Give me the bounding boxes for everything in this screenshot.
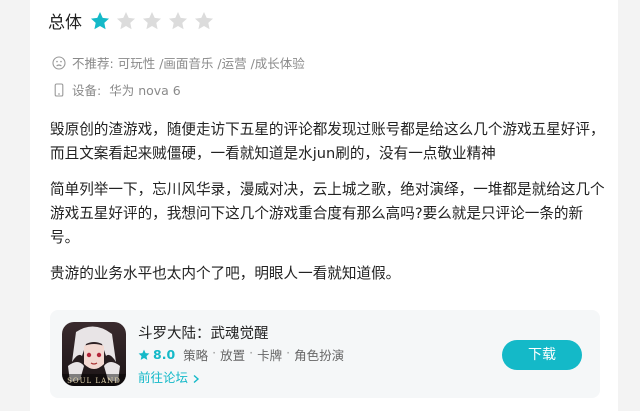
download-button[interactable]: 下载 [502, 340, 582, 370]
score-star-icon [138, 349, 150, 361]
review-paragraph: 贵游的业务水平也太内个了吧，明眼人一看就知道假。 [50, 265, 401, 282]
overall-rating: 总体 [48, 8, 220, 33]
tag-separator: · [212, 345, 217, 360]
device-label: 设备: [72, 83, 102, 98]
recommendation-tag: /运营 [213, 56, 247, 71]
recommendation-tag: 可玩性 [117, 56, 156, 71]
star-empty-icon [194, 11, 214, 31]
game-meta: 8.0 策略 · 放置 · 卡牌 · 角色扮演 [138, 345, 348, 364]
review-paragraph: 简单列举一下，忘川风华录，漫威对决，云上城之歌，绝对演绎，一堆都是就给这几个游戏… [50, 181, 605, 246]
forum-link-label: 前往论坛 [138, 370, 189, 385]
device-row: 设备: 华为 nova 6 [52, 80, 181, 99]
game-title[interactable]: 斗罗大陆：武魂觉醒 [138, 322, 269, 343]
recommendation-prefix: 不推荐: [72, 56, 114, 71]
game-tag: 卡牌 [257, 348, 283, 363]
game-tag: 角色扮演 [294, 348, 345, 363]
rating-label: 总体 [48, 13, 82, 33]
game-score: 8.0 [153, 347, 176, 362]
star-empty-icon [116, 11, 136, 31]
forum-link[interactable]: 前往论坛 [138, 367, 201, 386]
recommendation-tag: /成长体验 [246, 56, 305, 71]
star-filled-icon [90, 11, 110, 31]
review-body: 毁原创的渣游戏，随便走访下五星的评论都发现过账号都是给这么几个游戏五星好评，而且… [50, 118, 610, 298]
game-icon[interactable]: SOUL LAND [62, 322, 126, 386]
game-tag: 放置 [220, 348, 246, 363]
frown-face-icon [52, 55, 66, 70]
chevron-right-icon [191, 372, 201, 383]
recommendation-row: 不推荐: 可玩性 /画面音乐 /运营 /成长体验 [52, 53, 305, 72]
device-value: 华为 nova 6 [109, 83, 181, 98]
tag-separator: · [249, 345, 254, 360]
star-rating [90, 11, 220, 31]
star-empty-icon [142, 11, 162, 31]
recommendation-tag: /画面音乐 [155, 56, 214, 71]
game-card[interactable]: SOUL LAND 斗罗大陆：武魂觉醒 8.0 策略 · 放置 · 卡牌 · 角色扮演 前往… [50, 310, 600, 398]
phone-icon [52, 82, 66, 97]
star-empty-icon [168, 11, 188, 31]
game-tags: 策略 · 放置 · 卡牌 · 角色扮演 [183, 345, 348, 364]
game-logo-text: SOUL LAND [67, 377, 121, 385]
review-paragraph: 毁原创的渣游戏，随便走访下五星的评论都发现过账号都是给这么几个游戏五星好评，而且… [50, 121, 605, 162]
tag-separator: · [286, 345, 291, 360]
game-tag: 策略 [183, 348, 209, 363]
review-card: 总体 不推荐: 可玩性 /画面音乐 /运营 /成长体验 设备: 华为 nova … [30, 0, 618, 411]
recommendation-tags: 可玩性 /画面音乐 /运营 /成长体验 [118, 53, 305, 72]
